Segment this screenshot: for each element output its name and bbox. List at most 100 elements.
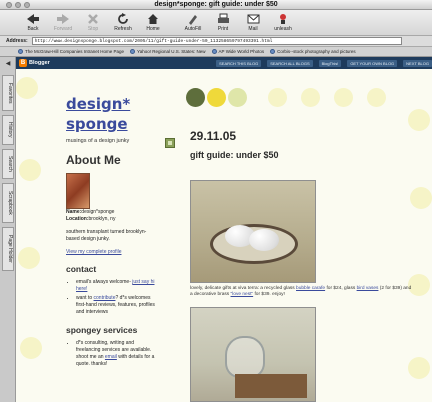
love-nest-link[interactable]: "love nest" — [231, 292, 254, 297]
explorer-sidebar: ◀ Favorites History Search Scrapbook Pag… — [0, 57, 16, 402]
vase-shape — [225, 336, 265, 378]
window-title: design*sponge: gift guide: under $50 — [154, 1, 278, 8]
forward-button[interactable]: Forward — [50, 10, 76, 32]
blogger-logo[interactable]: B Blogger — [19, 59, 50, 67]
blog-sidebar: design* sponge musings of a design junky… — [66, 94, 159, 370]
print-label: Print — [217, 26, 229, 32]
pale-green-dot — [228, 88, 247, 107]
post-photo-bird-vases[interactable] — [190, 307, 316, 402]
blogger-navbar: B Blogger SEARCH THIS BLOG SEARCH ALL BL… — [16, 57, 432, 69]
unleash-icon — [276, 12, 290, 25]
services-heading: spongey services — [66, 325, 138, 335]
stop-label: Stop — [87, 26, 99, 32]
refresh-label: Refresh — [114, 26, 132, 32]
background-dot — [408, 357, 430, 379]
blogthis-button[interactable]: BlogThis! — [318, 59, 342, 67]
tab-search[interactable]: Search — [2, 149, 14, 179]
bubble-carafe-link[interactable]: bubble carafe — [296, 286, 325, 291]
home-icon — [146, 12, 160, 25]
autofill-button[interactable]: AutoFill — [180, 10, 206, 32]
mail-icon — [246, 12, 260, 25]
tab-history[interactable]: History — [2, 115, 14, 145]
favorite-link[interactable]: Corbis--stock photography and pictures — [270, 49, 356, 54]
back-label: Back — [27, 26, 39, 32]
address-bar: Address: http://www.designsponge.blogspo… — [0, 36, 432, 47]
yellow-dot — [207, 88, 226, 107]
forward-arrow-icon — [56, 12, 70, 25]
print-button[interactable]: Print — [210, 10, 236, 32]
mail-label: Mail — [248, 26, 258, 32]
globe-icon — [211, 49, 217, 54]
window-titlebar: design*sponge: gift guide: under $50 — [0, 0, 432, 10]
list-item: email's always welcome- just say hi here… — [76, 279, 159, 293]
profile-name: Name:design*sponge — [66, 209, 115, 215]
back-arrow-icon — [26, 12, 40, 25]
refresh-icon — [116, 12, 130, 25]
next-blog-button[interactable]: NEXT BLOG — [403, 59, 432, 67]
favorite-link[interactable]: The McGraw-Hill Companies Intranet Home … — [18, 49, 124, 54]
mail-button[interactable]: Mail — [240, 10, 266, 32]
window-controls[interactable] — [6, 2, 30, 8]
home-button[interactable]: Home — [140, 10, 166, 32]
address-label: Address: — [6, 38, 28, 44]
background-dot — [334, 88, 353, 107]
wood-base-shape — [235, 374, 307, 398]
background-dot — [367, 88, 386, 107]
list-item: want to contribute? d*s welcomes first-h… — [76, 295, 159, 316]
contact-list: email's always welcome- just say hi here… — [76, 279, 159, 316]
minimize-window-icon[interactable] — [15, 2, 21, 8]
stop-button[interactable]: Stop — [80, 10, 106, 32]
post-caption: lovely, delicate gifts at viva terra: a … — [190, 286, 412, 297]
bird-vases-link[interactable]: bird vases — [357, 286, 379, 291]
background-dot — [408, 109, 430, 131]
background-dot — [268, 88, 287, 107]
forward-label: Forward — [53, 26, 73, 32]
post-photo-nest[interactable] — [190, 180, 316, 283]
services-list: d*s consulting, writing and freelancing … — [76, 340, 159, 368]
blog-title-link[interactable]: design* sponge — [66, 94, 159, 134]
favorite-link[interactable]: AP Wide World Photos — [211, 49, 264, 54]
background-dot — [301, 88, 320, 107]
refresh-button[interactable]: Refresh — [110, 10, 136, 32]
autofill-icon — [186, 12, 200, 25]
globe-icon — [130, 49, 136, 54]
background-dot — [16, 77, 38, 99]
background-dot — [19, 159, 41, 181]
email-link[interactable]: email — [105, 354, 117, 360]
address-field[interactable]: http://www.designsponge.blogspot.com/200… — [31, 37, 402, 45]
post-icon[interactable] — [165, 138, 175, 148]
search-this-blog-button[interactable]: SEARCH THIS BLOG — [216, 59, 262, 67]
favorites-bar: The McGraw-Hill Companies Intranet Home … — [0, 47, 432, 57]
browser-toolbar: Back Forward Stop Refresh Home AutoFill — [0, 10, 432, 36]
profile-description: southern transplant turned brooklyn-base… — [66, 229, 147, 242]
close-window-icon[interactable] — [6, 2, 12, 8]
post-date: 29.11.05 — [190, 129, 237, 143]
get-your-own-blog-button[interactable]: GET YOUR OWN BLOG — [347, 59, 398, 67]
home-label: Home — [146, 26, 160, 32]
profile-avatar[interactable] — [66, 173, 90, 209]
blog-tagline: musings of a design junky — [66, 138, 130, 144]
globe-icon — [270, 49, 276, 54]
tab-scrapbook[interactable]: Scrapbook — [2, 183, 14, 223]
green-dot — [186, 88, 205, 107]
search-all-blogs-button[interactable]: SEARCH ALL BLOGS — [267, 59, 313, 67]
contribute-link[interactable]: contribute — [94, 295, 116, 301]
stop-icon — [86, 12, 100, 25]
background-dot — [18, 247, 40, 269]
blogger-icon: B — [19, 59, 27, 67]
autofill-label: AutoFill — [184, 26, 202, 32]
tab-page-holder[interactable]: Page Holder — [2, 227, 14, 271]
profile-location: Location:brooklyn, ny — [66, 216, 116, 222]
unleash-button[interactable]: unleash — [270, 10, 296, 32]
view-profile-link[interactable]: View my complete profile — [66, 249, 159, 255]
globe-icon — [18, 49, 23, 54]
post-title: gift guide: under $50 — [190, 150, 279, 160]
zoom-window-icon[interactable] — [24, 2, 30, 8]
blog-post: 29.11.05 gift guide: under $50 lovely, d… — [190, 129, 415, 402]
collapse-sidebar-icon[interactable]: ◀ — [3, 61, 13, 68]
background-dot — [410, 187, 432, 209]
favorite-link[interactable]: Yahoo! Regional U.S. States: New — [130, 49, 206, 54]
back-button[interactable]: Back — [20, 10, 46, 32]
tab-favorites[interactable]: Favorites — [2, 75, 14, 111]
unleash-label: unleash — [274, 26, 292, 32]
